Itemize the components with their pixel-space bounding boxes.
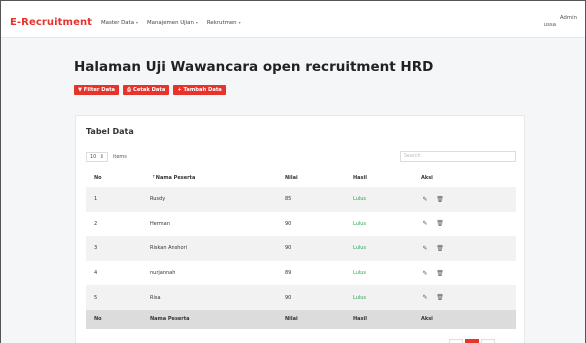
table-row: 5 Risa 90 Lulus ✎ 🗑 (86, 285, 516, 310)
cell-hasil: Lulus (353, 196, 367, 203)
trash-icon[interactable]: 🗑 (436, 269, 444, 277)
column-header-label: Hasil (353, 175, 367, 181)
column-header-label: Nama Peserta (155, 175, 196, 181)
cell-hasil: Lulus (353, 270, 367, 277)
cell-no: 5 (94, 294, 98, 301)
cell-hasil: Lulus (353, 245, 367, 252)
cell-aksi: ✎ 🗑 (413, 285, 516, 310)
cell-no: 2 (94, 220, 98, 227)
table-row: 2 Herman 90 Lulus ✎ 🗑 (86, 212, 516, 237)
trash-icon[interactable]: 🗑 (436, 294, 444, 302)
table-footer-row: No Nama Peserta Nilai Hasil Aksi (86, 309, 516, 329)
page-length-control: 10 ⇕ items (86, 152, 127, 162)
trash-icon[interactable]: 🗑 (436, 195, 444, 203)
cell-aksi: ✎ 🗑 (413, 187, 516, 212)
column-header-label: No (94, 175, 102, 181)
cell-no: 3 (94, 245, 98, 252)
pagination (449, 339, 495, 343)
column-header-label: Nilai (285, 175, 298, 181)
cell-aksi: ✎ 🗑 (413, 212, 516, 237)
edit-icon[interactable]: ✎ (421, 294, 429, 302)
cell-nama: Herman (150, 220, 170, 227)
cell-aksi: ✎ 🗑 (413, 236, 516, 261)
menu-item-label: Manajemen Ujian (147, 20, 194, 26)
main-menu: Master Data ▾ Manajemen Ujian ▾ Rekrutmen ▾ (101, 20, 241, 26)
column-header-nama-peserta[interactable]: ↑ Nama Peserta (142, 169, 277, 187)
pagination-page-button[interactable] (465, 339, 479, 343)
table-row: 3 Riskan Anshori 90 Lulus ✎ 🗑 (86, 236, 516, 261)
footer-header-no: No (86, 309, 142, 329)
brand-logo[interactable]: E-Recruitment (10, 17, 92, 28)
cell-nilai: 90 (285, 294, 292, 301)
cell-hasil: Lulus (353, 220, 367, 227)
app-frame: E-Recruitment Master Data ▾ Manajemen Uji… (0, 0, 586, 343)
cell-nama: Risa (150, 294, 161, 301)
chevron-down-icon: ▾ (195, 20, 198, 25)
cell-aksi: ✎ 🗑 (413, 261, 516, 286)
cetak-data-label: Cetak Data (133, 87, 166, 93)
menu-item-master-data[interactable]: Master Data ▾ (101, 20, 138, 26)
cell-nama: nurjannah (150, 270, 176, 277)
footer-header-nama-peserta: Nama Peserta (142, 309, 277, 329)
filter-data-label: Filter Data (83, 87, 116, 93)
page-length-suffix: items (113, 154, 127, 160)
trash-icon[interactable]: 🗑 (436, 220, 444, 228)
cell-nama: Rusdy (150, 196, 166, 203)
tambah-data-label: Tambah Data (183, 87, 222, 93)
pagination-next-button[interactable] (481, 339, 495, 343)
column-header-nilai[interactable]: Nilai (277, 169, 345, 187)
cell-nilai: 90 (285, 220, 292, 227)
chevron-down-icon: ▾ (238, 20, 241, 25)
menu-item-label: Master Data (101, 20, 134, 26)
toolbar: ▼ Filter Data ⎙ Cetak Data + Tambah Data (74, 85, 226, 95)
edit-icon[interactable]: ✎ (421, 244, 429, 252)
card-title: Tabel Data (86, 127, 134, 136)
edit-icon[interactable]: ✎ (421, 269, 429, 277)
cell-hasil: Lulus (353, 294, 367, 301)
page-title: Halaman Uji Wawancara open recruitment H… (74, 59, 434, 75)
cell-nilai: 89 (285, 270, 292, 277)
page-length-value: 10 (90, 154, 97, 160)
menu-item-label: Rekrutmen (206, 20, 237, 26)
edit-icon[interactable]: ✎ (421, 195, 429, 203)
pagination-previous-button[interactable] (449, 339, 463, 343)
footer-header-aksi: Aksi (413, 309, 516, 329)
cell-no: 4 (94, 270, 98, 277)
cell-no: 1 (94, 196, 98, 203)
footer-header-hasil: Hasil (345, 309, 413, 329)
user-subtitle: ussa (543, 22, 556, 28)
column-header-label: Aksi (421, 175, 433, 181)
column-header-aksi: Aksi (413, 169, 516, 187)
chevron-down-icon: ▾ (136, 20, 139, 25)
data-table: No ↑ Nama Peserta Nilai Hasil Aksi 1 Rusd… (86, 169, 516, 329)
cetak-data-button[interactable]: ⎙ Cetak Data (123, 85, 170, 95)
filter-data-button[interactable]: ▼ Filter Data (74, 85, 120, 95)
column-header-hasil[interactable]: Hasil (345, 169, 413, 187)
table-header-row: No ↑ Nama Peserta Nilai Hasil Aksi (86, 169, 516, 187)
table-row: 1 Rusdy 85 Lulus ✎ 🗑 (86, 187, 516, 212)
page-length-select[interactable]: 10 ⇕ (86, 152, 108, 162)
user-menu[interactable]: Admin ussa (544, 15, 577, 28)
footer-header-nilai: Nilai (277, 309, 345, 329)
cell-nilai: 85 (285, 196, 292, 203)
edit-icon[interactable]: ✎ (421, 220, 429, 228)
menu-item-rekrutmen[interactable]: Rekrutmen ▾ (207, 20, 241, 26)
column-header-no[interactable]: No (86, 169, 142, 187)
top-navbar: E-Recruitment Master Data ▾ Manajemen Uji… (1, 1, 585, 38)
tambah-data-button[interactable]: + Tambah Data (173, 85, 226, 95)
menu-item-manajemen-ujian[interactable]: Manajemen Ujian ▾ (147, 20, 198, 26)
cell-nilai: 90 (285, 245, 292, 252)
data-table-card: Tabel Data 10 ⇕ items Search No ↑ Nama Pes… (75, 115, 525, 343)
cell-nama: Riskan Anshori (150, 245, 187, 252)
user-name: Admin (559, 15, 577, 21)
search-input[interactable]: Search (400, 151, 516, 162)
chevron-updown-icon: ⇕ (99, 154, 104, 160)
table-row: 4 nurjannah 89 Lulus ✎ 🗑 (86, 261, 516, 286)
trash-icon[interactable]: 🗑 (436, 244, 444, 252)
